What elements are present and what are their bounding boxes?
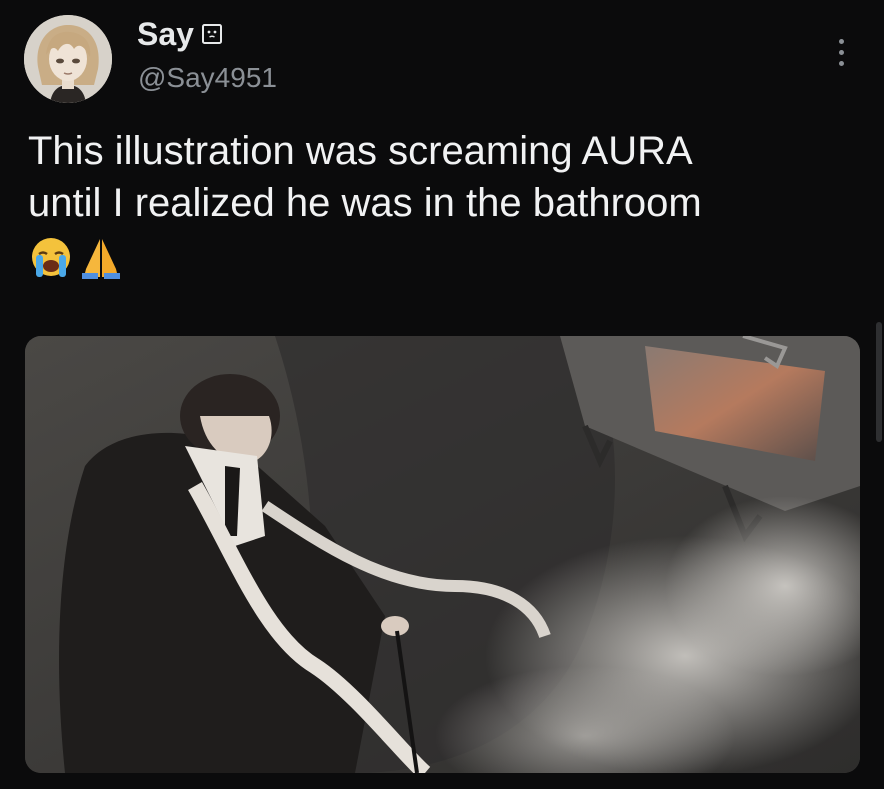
scrollbar-thumb[interactable] (876, 322, 882, 442)
face-card-icon (200, 22, 224, 46)
author-display-name[interactable]: Say (137, 14, 194, 54)
author-handle[interactable]: @Say4951 (138, 60, 277, 96)
post-media-image[interactable] (25, 336, 860, 773)
post-card: Say @Say4951 This illustration was screa… (0, 0, 884, 789)
post-emojis (28, 235, 848, 281)
more-vertical-icon (838, 38, 844, 44)
post-text-line: until I realized he was in the bathroom (28, 181, 702, 225)
more-options-button[interactable] (826, 34, 856, 70)
more-vertical-icon-dot (838, 60, 844, 66)
anime-illustration-image (25, 336, 860, 773)
loudly-crying-face-icon (32, 238, 70, 277)
avatar-portrait-icon (24, 15, 112, 103)
post-text-line: This illustration was screaming AURA (28, 129, 693, 173)
author-name-row[interactable]: Say (137, 14, 224, 54)
folded-hands-icon (82, 239, 120, 279)
more-vertical-icon-dot (838, 49, 844, 55)
author-avatar[interactable] (24, 15, 112, 103)
post-text: This illustration was screaming AURA unt… (28, 125, 848, 281)
